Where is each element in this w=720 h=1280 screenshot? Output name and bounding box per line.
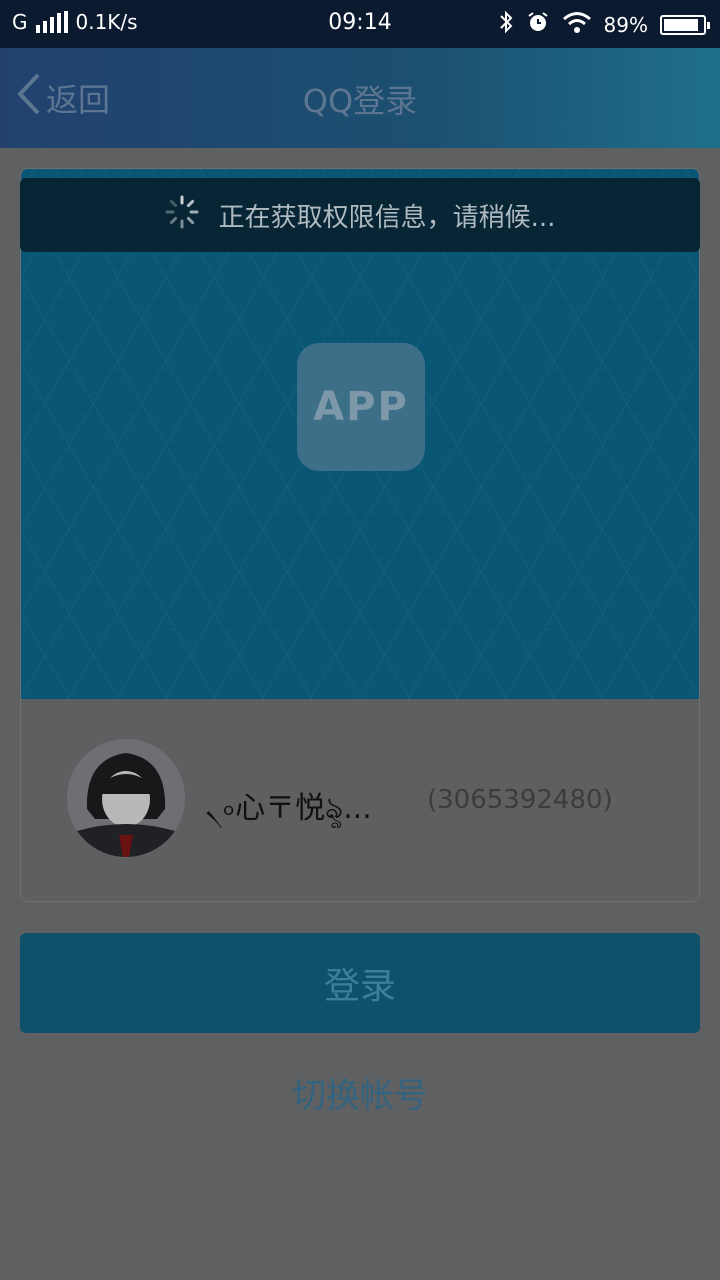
app-icon: APP xyxy=(297,343,425,471)
page-title: QQ登录 xyxy=(302,82,418,120)
user-nickname: ৲৹心〒悦ৡ... xyxy=(205,791,372,826)
wifi-icon xyxy=(562,10,592,39)
battery-fill xyxy=(664,18,698,31)
nav-bar: 返回 QQ登录 xyxy=(0,48,720,148)
user-qq-number: (3065392480) xyxy=(427,785,613,815)
avatar xyxy=(67,739,185,857)
login-button[interactable]: 登录 xyxy=(20,933,700,1033)
loading-toast: 正在获取权限信息，请稍候... xyxy=(20,178,700,252)
alarm-icon xyxy=(526,10,550,39)
user-info: ৲৹心〒悦ৡ... (3065392480) xyxy=(21,699,699,901)
bluetooth-icon xyxy=(498,10,514,39)
loading-spinner-icon xyxy=(165,195,199,236)
app-icon-label: APP xyxy=(313,384,409,430)
switch-account-link[interactable]: 切换帐号 xyxy=(0,1068,720,1117)
status-bar: G 0.1K/s 09:14 89% xyxy=(0,0,720,48)
battery-percent: 89% xyxy=(603,12,648,37)
auth-card: APP ৲৹心〒悦ৡ... (3065392480) xyxy=(20,168,700,902)
battery-icon xyxy=(660,14,710,35)
toast-message: 正在获取权限信息，请稍候... xyxy=(218,202,556,233)
